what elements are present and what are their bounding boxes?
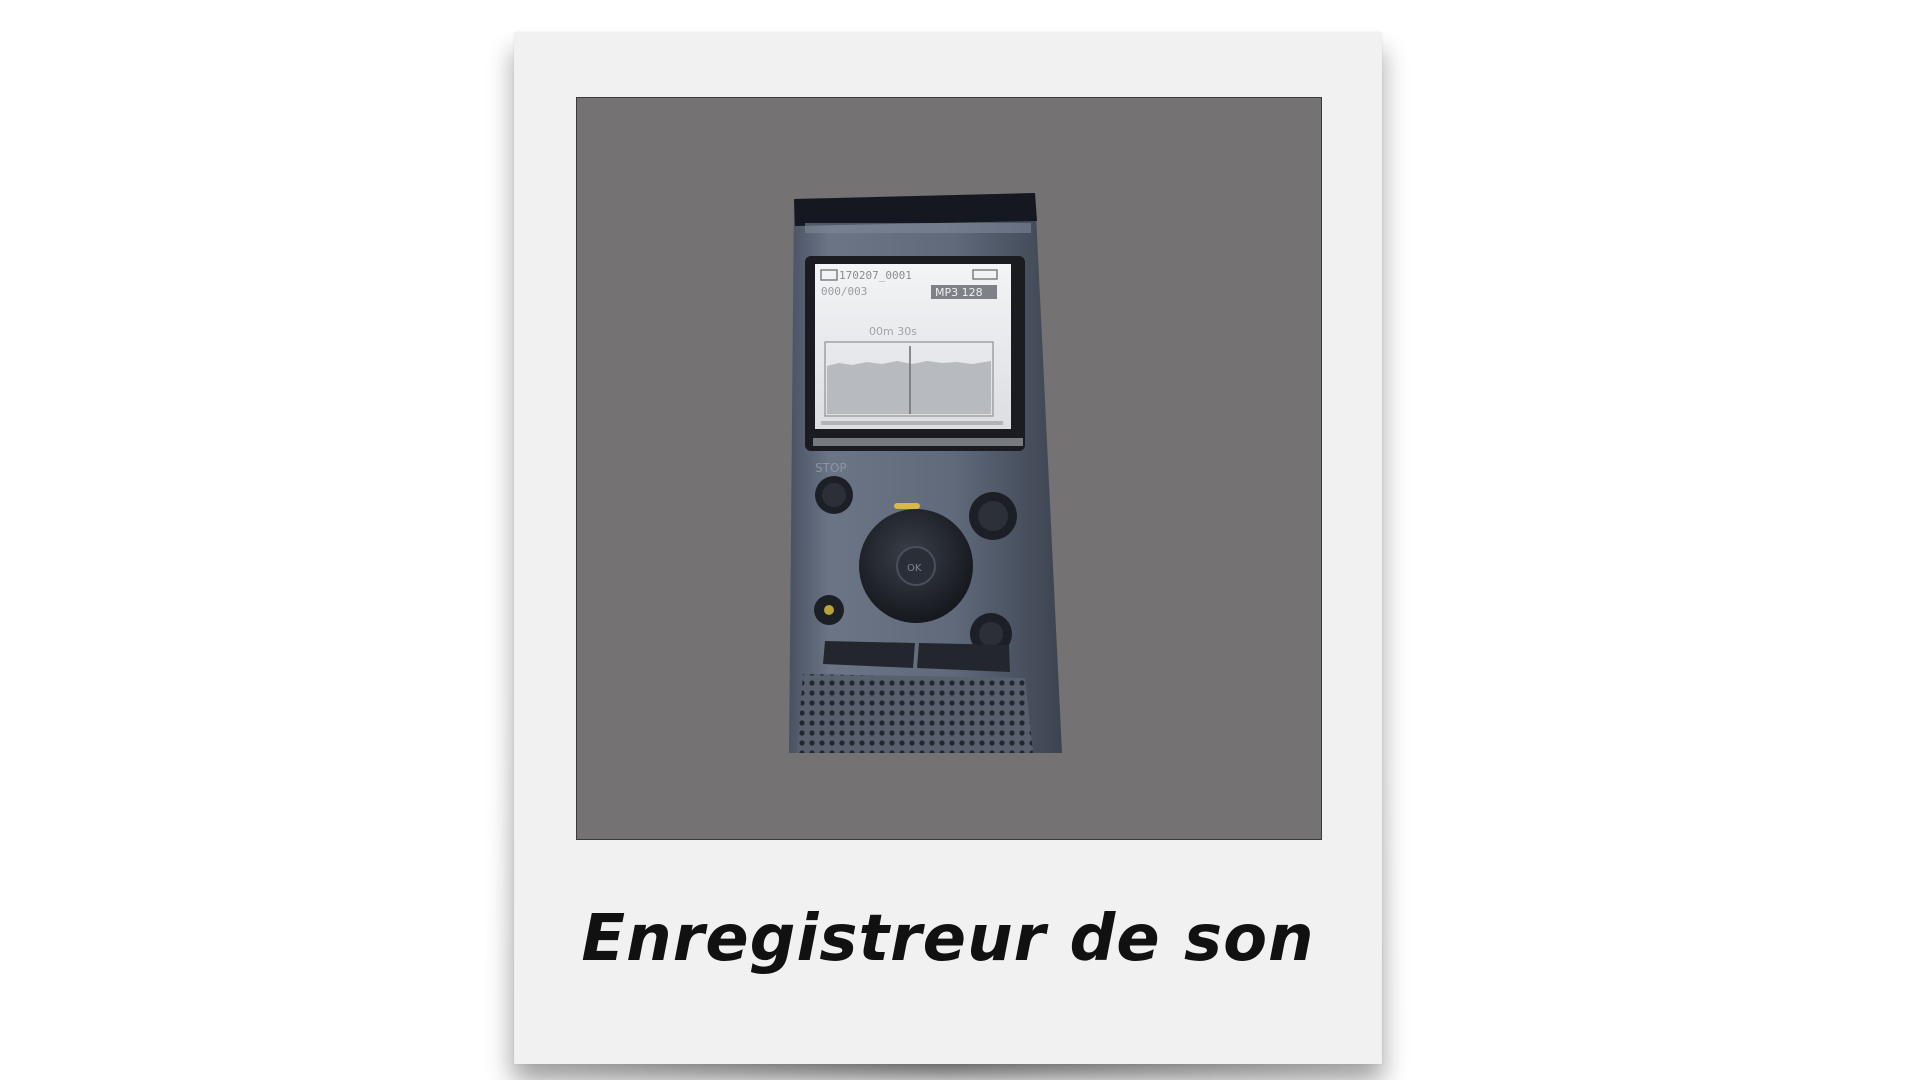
svg-text:170207_0001: 170207_0001 [839, 269, 912, 282]
speaker-grille [797, 674, 1033, 753]
voice-recorder-photo: 170207_0001 000/003 MP3 128 00m 30s STOP [789, 193, 1062, 753]
recorder-screen: 170207_0001 000/003 MP3 128 00m 30s [805, 256, 1025, 451]
photo-caption: Enregistreur de son [581, 902, 1315, 976]
stop-label: STOP [815, 461, 847, 475]
svg-text:MP3 128: MP3 128 [935, 286, 983, 299]
svg-text:00m 30s: 00m 30s [869, 325, 917, 338]
page: 170207_0001 000/003 MP3 128 00m 30s STOP [0, 0, 1920, 1080]
svg-text:000/003: 000/003 [821, 285, 867, 298]
photo: 170207_0001 000/003 MP3 128 00m 30s STOP [576, 97, 1322, 840]
svg-text:OK: OK [907, 563, 922, 574]
polaroid-card: 170207_0001 000/003 MP3 128 00m 30s STOP [514, 32, 1382, 1064]
